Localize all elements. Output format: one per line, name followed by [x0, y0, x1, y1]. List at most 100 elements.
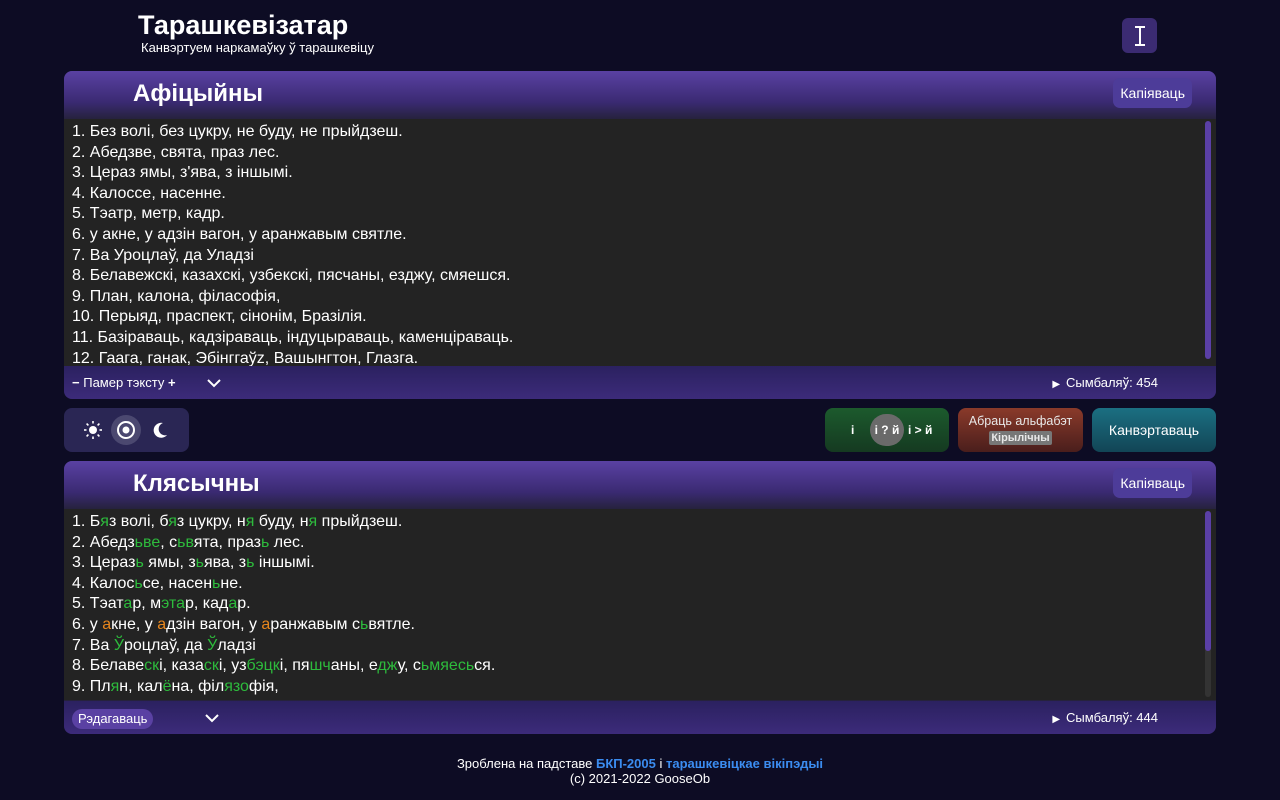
source-scrollbar[interactable]	[1205, 121, 1211, 359]
result-copy-button[interactable]: Капіяваць	[1113, 468, 1192, 498]
result-line: 5. Тэатар, мэтар, кадар.	[72, 594, 1216, 615]
changed-fragment: я	[110, 677, 120, 695]
chevron-down-icon[interactable]	[206, 375, 222, 391]
source-line: 1. Без волі, без цукру, не буду, не прый…	[72, 123, 403, 140]
changed-fragment: Ў	[113, 636, 124, 654]
result-panel: Клясычны Капіяваць 1. Бяз волі, бяз цукр…	[64, 461, 1216, 734]
source-line: 11. Базіраваць, кадзіраваць, індуцыравац…	[72, 328, 514, 346]
light-mode-option[interactable]	[78, 415, 108, 445]
text-fragment: аны, е	[330, 657, 378, 675]
footer-credits: Зроблена на падставе БКП-2005 і тарашкев…	[0, 756, 1280, 771]
changed-fragment: ь	[135, 554, 144, 572]
result-text: 1. Бяз волі, бяз цукру, ня буду, ня прый…	[64, 509, 1216, 697]
text-fragment: 7. Ва	[72, 636, 114, 654]
text-fragment: 3. Цераз	[72, 554, 136, 572]
i-j-mode-toggle[interactable]: і і ? й і > й	[825, 408, 949, 452]
text-fragment: ранжавым с	[270, 615, 360, 633]
source-line: 9. План, калона, філасофія,	[72, 287, 281, 305]
source-line: 3. Цераз ямы, з'ява, з іншымі.	[72, 164, 293, 182]
footer-middle: і	[655, 756, 666, 771]
edit-button[interactable]: Рэдагаваць	[72, 709, 154, 729]
source-copy-button[interactable]: Капіяваць	[1113, 78, 1192, 108]
text-fragment: 1. Б	[72, 513, 101, 530]
text-fragment: 6. у	[72, 615, 103, 633]
text-fragment: не.	[220, 574, 243, 592]
alphabet-select-button[interactable]: Абраць альфабэт Кірылічны	[958, 408, 1083, 452]
changed-fragment: язо	[224, 677, 249, 695]
text-fragment: з волі, б	[108, 513, 169, 530]
text-fragment: буду, н	[254, 513, 309, 530]
changed-fragment: ь	[134, 574, 143, 592]
result-line: 1. Бяз волі, бяз цукру, ня буду, ня прый…	[72, 512, 1216, 533]
result-line: 4. Калосьсе, насеньне.	[72, 574, 1216, 595]
source-char-count-text: Сымбаляў: 454	[1066, 375, 1158, 390]
source-line: 8. Белавежскі, казахскі, узбекскі, пясча…	[72, 267, 511, 285]
changed-fragment: ь	[195, 554, 205, 572]
text-fragment: 4. Калос	[72, 574, 135, 592]
convert-button[interactable]: Канвэртаваць	[1092, 408, 1216, 452]
source-panel-header: Афіцыйны Капіяваць	[64, 71, 1216, 119]
result-panel-footer: Рэдагаваць ▶ Сымбаляў: 444	[64, 701, 1216, 734]
sun-icon	[84, 421, 102, 439]
changed-fragment: эта	[161, 595, 185, 613]
text-fragment: вятле.	[368, 615, 415, 633]
changed-fragment: дж	[377, 657, 398, 675]
chevron-down-icon[interactable]	[204, 710, 220, 726]
theme-mode-switch	[64, 408, 189, 452]
changed-fragment: бэцк	[246, 657, 280, 675]
app-subtitle: Канвэртуем наркамаўку ў тарашкевіцу	[141, 40, 374, 55]
font-toggle-button[interactable]	[1122, 18, 1157, 53]
changed-fragment: я	[308, 513, 318, 530]
i-to-j-option[interactable]: і > й	[908, 423, 932, 437]
i-option[interactable]: і	[851, 423, 854, 437]
changed-fragment: а	[261, 615, 271, 633]
text-fragment: ява, з	[204, 554, 247, 572]
auto-mode-option[interactable]	[111, 415, 141, 445]
source-panel: Афіцыйны Капіяваць 1. Без волі, без цукр…	[64, 71, 1216, 399]
result-line: 2. Абедзьве, сьвята, празь лес.	[72, 533, 1216, 554]
triangle-right-icon: ▶	[1052, 379, 1061, 390]
source-panel-footer: − Памер тэксту + ▶ Сымбаляў: 454	[64, 366, 1216, 399]
text-fragment: фія,	[248, 677, 279, 695]
changed-fragment: а	[123, 595, 133, 613]
result-panel-title: Клясычны	[133, 470, 260, 497]
text-fragment: лес.	[269, 533, 305, 551]
changed-fragment: я	[168, 513, 177, 530]
changed-fragment: а	[228, 595, 238, 613]
font-size-increase-button[interactable]: +	[168, 375, 176, 390]
dark-mode-option[interactable]	[145, 415, 175, 445]
result-scrollbar[interactable]	[1205, 511, 1211, 651]
footer-copyright: (c) 2021-2022 GooseOb	[569, 771, 711, 786]
alphabet-label: Абраць альфабэт	[968, 414, 1073, 428]
text-fragment: 9. Пл	[72, 677, 111, 695]
circle-dot-icon	[117, 421, 135, 439]
changed-fragment: ск	[203, 657, 219, 675]
source-panel-title: Афіцыйны	[133, 80, 263, 107]
source-textarea[interactable]: 1. Без волі, без цукру, не буду, не прый…	[64, 119, 1216, 366]
text-fragment: р, м	[132, 595, 162, 613]
result-char-count[interactable]: ▶ Сымбаляў: 444	[1052, 710, 1158, 727]
font-size-decrease-button[interactable]: −	[72, 375, 80, 390]
source-line: 10. Перыяд, праспект, сінонім, Бразілія.	[72, 308, 367, 326]
text-fragment: се, насен	[142, 574, 213, 592]
text-fragment: і, каза	[159, 657, 204, 675]
changed-fragment: ьмяесь	[420, 657, 475, 675]
changed-fragment: ё	[162, 677, 172, 695]
footer-prefix: Зроблена на падставе	[456, 756, 596, 771]
text-fragment: ята, праз	[193, 533, 261, 551]
changed-fragment: ьве	[134, 533, 161, 551]
text-fragment: у, с	[397, 657, 421, 675]
source-text: 1. Без волі, без цукру, не буду, не прый…	[64, 119, 1216, 366]
font-size-label: Памер тэксту	[83, 375, 165, 390]
i-question-j-option[interactable]: і ? й	[870, 414, 904, 446]
result-textarea[interactable]: 1. Бяз волі, бяз цукру, ня буду, ня прый…	[64, 509, 1216, 700]
text-fragment: і, уз	[218, 657, 247, 675]
source-char-count[interactable]: ▶ Сымбаляў: 454	[1052, 375, 1158, 392]
text-fragment: ся.	[474, 657, 496, 675]
wikipedia-link[interactable]: тарашкевіцкае вікіпэдыі	[666, 756, 823, 771]
changed-fragment: шч	[309, 657, 331, 675]
triangle-right-icon: ▶	[1052, 714, 1061, 725]
text-fragment: дзін вагон, у	[166, 615, 262, 633]
source-line: 7. Ва Уроцлаў, да Уладзі	[72, 246, 254, 264]
bkp-2005-link[interactable]: БКП-2005	[596, 756, 656, 771]
